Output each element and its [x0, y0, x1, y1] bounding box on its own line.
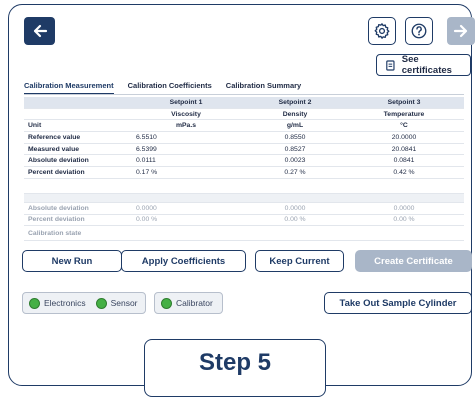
- row-label: Percent deviation: [28, 216, 85, 224]
- sensor-status-label: Sensor: [110, 298, 138, 308]
- document-icon: [386, 59, 395, 71]
- row-label: Measured value: [28, 145, 79, 153]
- row-label: Absolute deviation: [28, 157, 89, 165]
- table-cell: 0.00 %: [393, 216, 415, 224]
- tab-calibration-coefficients[interactable]: Calibration Coefficients: [128, 81, 212, 94]
- table-cell: 20.0000: [391, 133, 417, 141]
- table-cell: 0.0000: [136, 204, 157, 212]
- see-certificates-label: See certificates: [401, 54, 452, 76]
- quantity-row: Viscosity Density Temperature: [24, 109, 464, 121]
- table-row: Reference value 6.5510 0.8550 20.0000: [24, 132, 464, 144]
- settings-button[interactable]: [368, 17, 396, 45]
- table-row: Percent deviation 0.17 % 0.27 % 0.42 %: [24, 167, 464, 179]
- apply-coefficients-button[interactable]: Apply Coefficients: [121, 250, 246, 272]
- table-cell: 0.17 %: [136, 168, 158, 176]
- setpoint-3-header: Setpoint 3: [387, 98, 421, 106]
- table-row: Unit mPa.s g/mL °C: [24, 120, 464, 133]
- table-spacer: [24, 179, 464, 194]
- table-cell: 6.5510: [136, 133, 157, 141]
- electronics-status-dot: [29, 297, 40, 309]
- forward-button[interactable]: [447, 17, 475, 45]
- calibrator-status-label: Calibrator: [176, 298, 213, 308]
- table-spacer: [24, 193, 464, 203]
- question-icon: [411, 23, 427, 39]
- tab-calibration-summary[interactable]: Calibration Summary: [226, 81, 301, 94]
- tab-bar: Calibration Measurement Calibration Coef…: [24, 81, 315, 94]
- table-cell: 0.8550: [284, 133, 306, 141]
- new-run-button[interactable]: New Run: [22, 250, 122, 272]
- arrow-right-icon: [453, 24, 468, 38]
- table-cell: 0.8527: [284, 145, 306, 153]
- tab-calibration-measurement[interactable]: Calibration Measurement: [24, 81, 114, 94]
- arrow-left-icon: [33, 24, 47, 38]
- table-cell: 0.42 %: [393, 168, 415, 176]
- table-row: Calibration state: [24, 226, 464, 242]
- tab-divider: [24, 94, 464, 95]
- table-row: Absolute deviation 0.0111 0.0023 0.0841: [24, 155, 464, 168]
- table-cell: 0.0023: [284, 157, 306, 165]
- help-button[interactable]: [405, 17, 433, 45]
- electronics-status-label: Electronics: [44, 298, 86, 308]
- table-cell: 0.0000: [284, 204, 306, 212]
- quantity-cell: Temperature: [383, 110, 425, 118]
- table-cell: 0.0111: [136, 157, 156, 165]
- table-cell: 6.5399: [136, 145, 157, 153]
- row-label: Absolute deviation: [28, 204, 89, 212]
- gear-icon: [374, 23, 390, 39]
- row-label: Calibration state: [28, 229, 82, 237]
- create-certificate-button[interactable]: Create Certificate: [355, 250, 472, 272]
- step-callout: Step 5: [144, 339, 326, 397]
- take-out-sample-cylinder-button[interactable]: Take Out Sample Cylinder: [324, 292, 472, 314]
- table-cell: mPa.s: [175, 122, 197, 130]
- table-cell: 0.0000: [393, 204, 415, 212]
- table-cell: 20.0841: [391, 145, 417, 153]
- table-cell: 0.00 %: [136, 216, 158, 224]
- quantity-cell: Density: [282, 110, 308, 118]
- row-label: Unit: [28, 122, 42, 130]
- table-cell: 0.00 %: [284, 216, 306, 224]
- setpoint-2-header: Setpoint 2: [278, 98, 312, 106]
- table-row: Percent deviation 0.00 % 0.00 % 0.00 %: [24, 215, 464, 227]
- table-header-row: Setpoint 1 Setpoint 2 Setpoint 3: [24, 97, 464, 109]
- see-certificates-button[interactable]: See certificates: [376, 54, 471, 76]
- status-group: Electronics Sensor: [22, 292, 146, 314]
- table-row: Absolute deviation 0.0000 0.0000 0.0000: [24, 203, 464, 215]
- quantity-cell: Viscosity: [171, 110, 201, 118]
- table-cell: g/mL: [286, 122, 304, 130]
- setpoint-1-header: Setpoint 1: [169, 98, 203, 106]
- table-cell: 0.0841: [393, 157, 415, 165]
- table-cell: °C: [400, 122, 408, 130]
- calibrator-status-dot: [161, 297, 172, 309]
- keep-current-button[interactable]: Keep Current: [255, 250, 344, 272]
- table-row: Measured value 6.5399 0.8527 20.0841: [24, 144, 464, 156]
- calibrator-status: Calibrator: [154, 292, 223, 314]
- calibration-table: Setpoint 1 Setpoint 2 Setpoint 3 Viscosi…: [24, 97, 464, 242]
- sensor-status-dot: [95, 297, 107, 309]
- row-label: Percent deviation: [28, 168, 85, 176]
- back-button[interactable]: [24, 17, 55, 45]
- table-cell: 0.27 %: [284, 168, 306, 176]
- row-label: Reference value: [28, 133, 81, 141]
